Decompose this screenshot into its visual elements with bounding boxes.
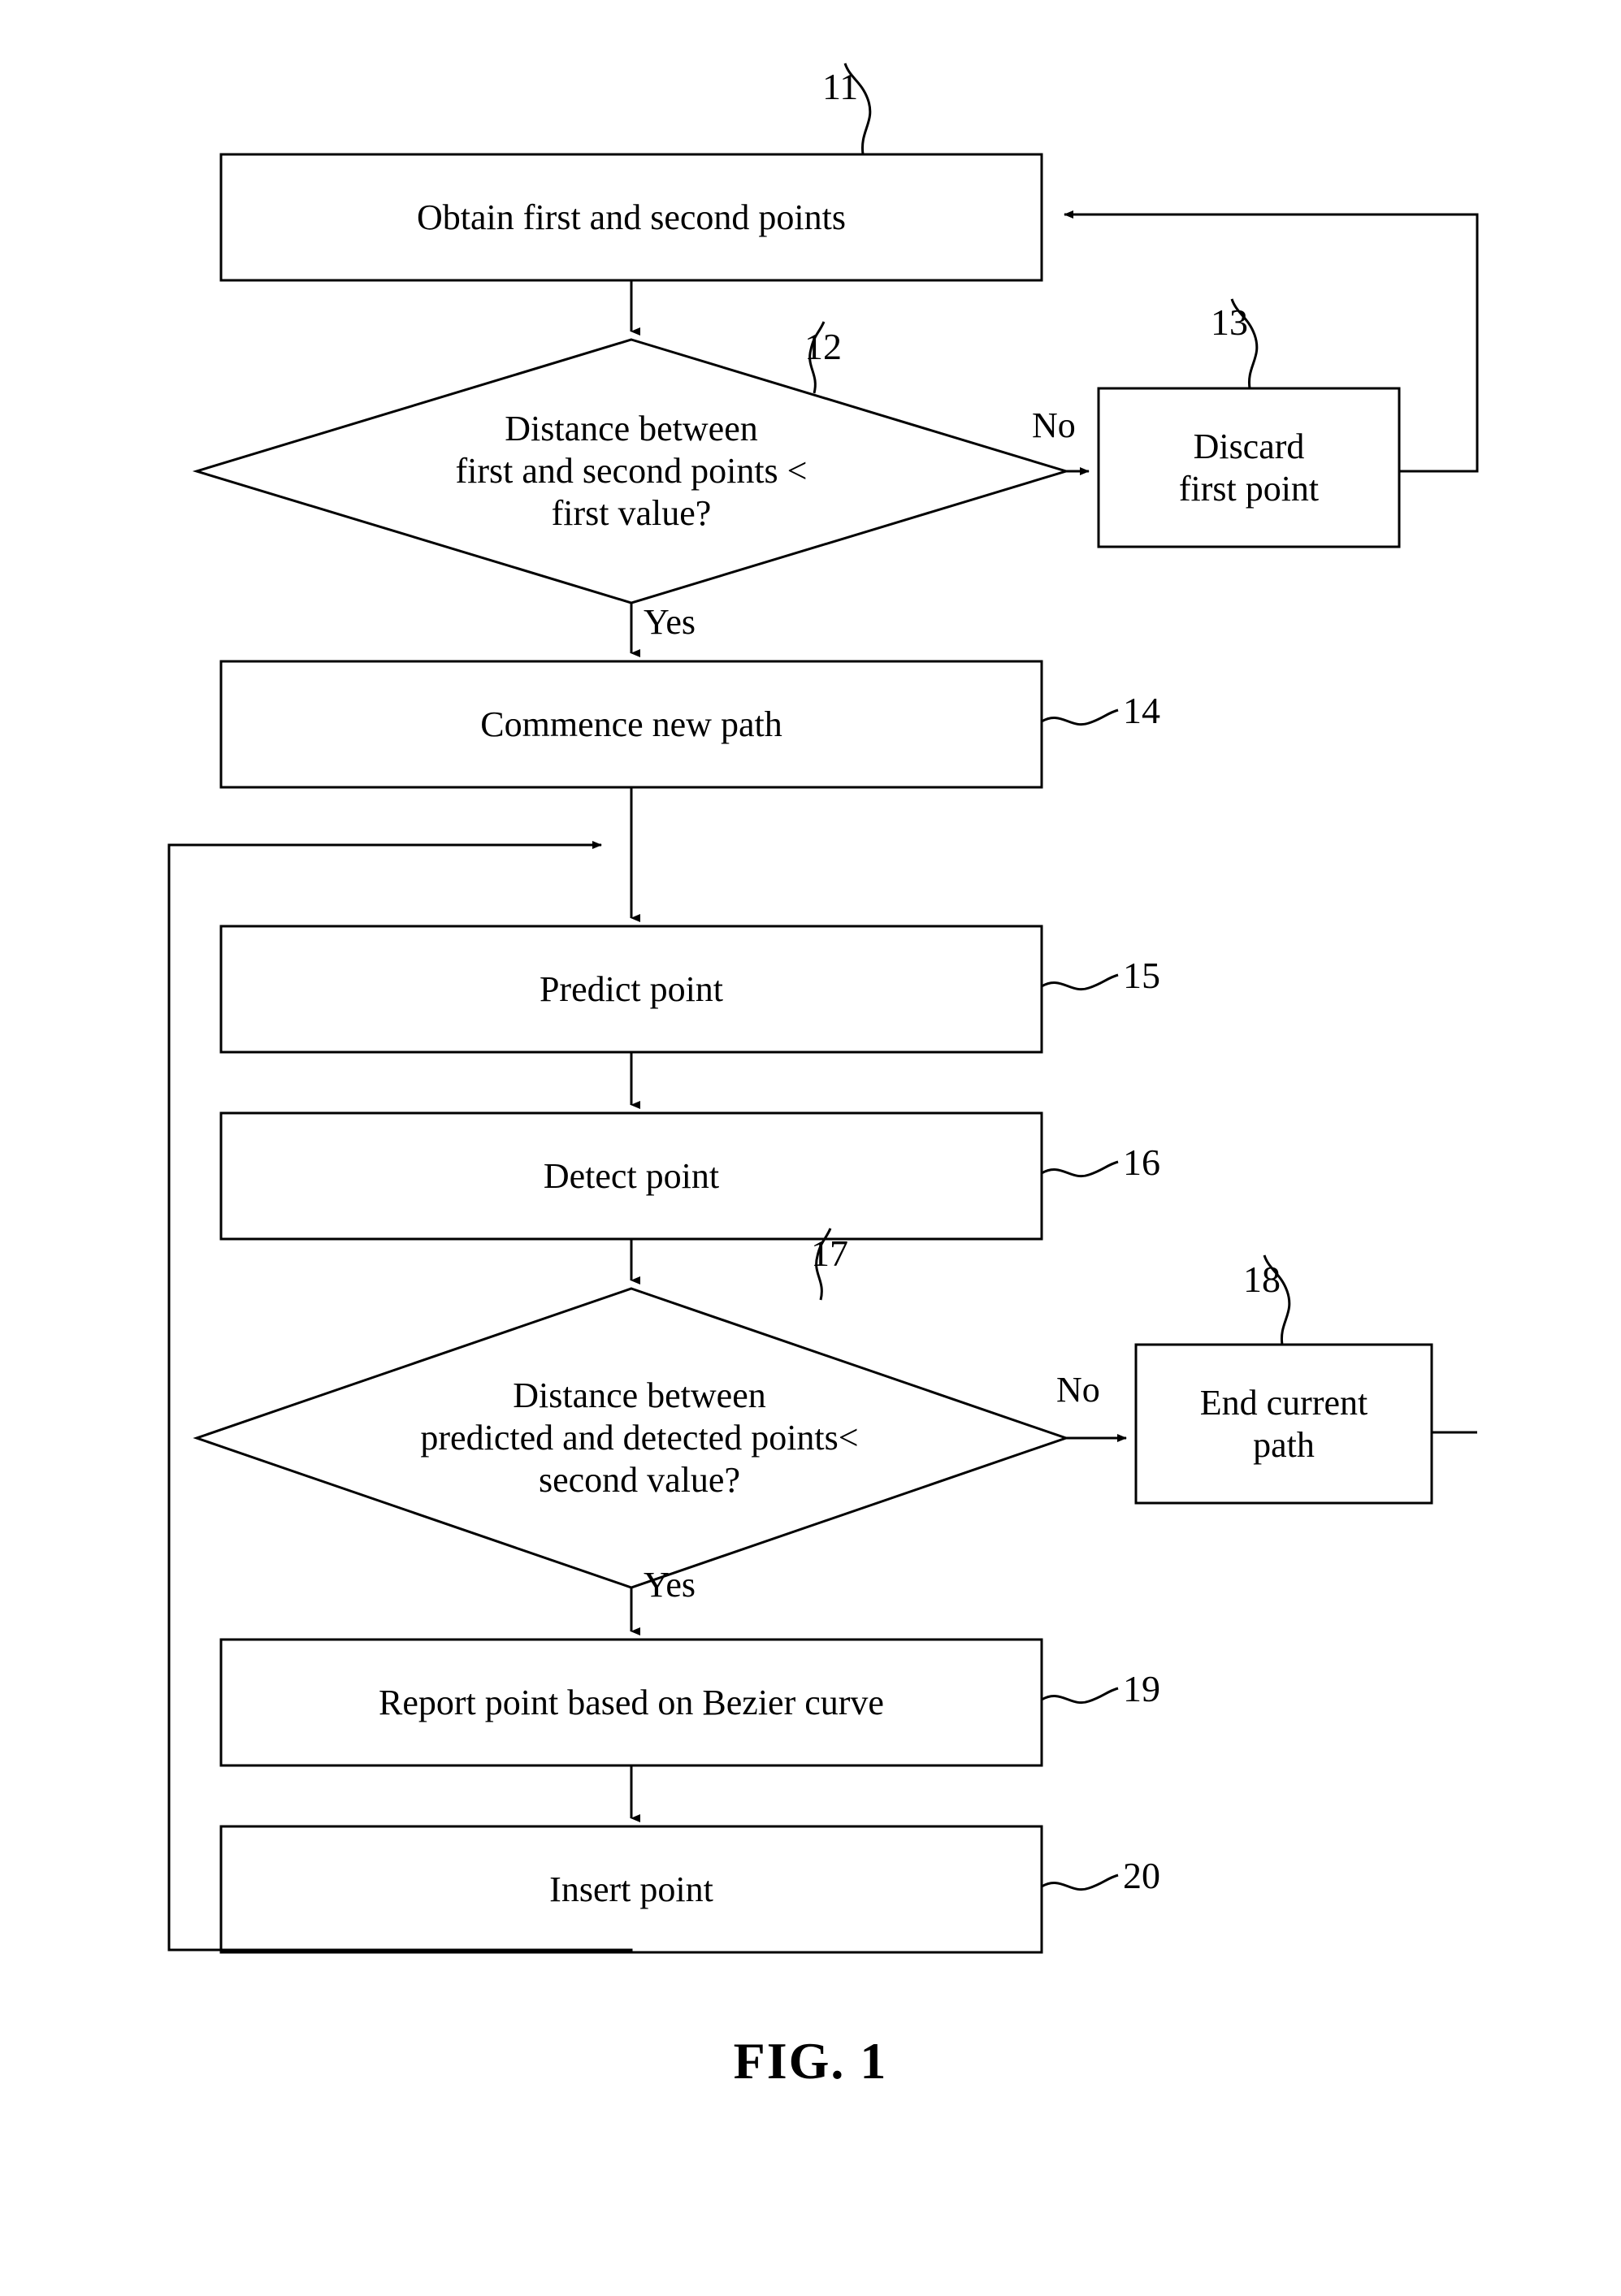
node-shape-19 (219, 1638, 1043, 1767)
leader-15 (1041, 973, 1119, 991)
ref-numeral-19: 19 (1123, 1668, 1160, 1709)
node-shape-17 (193, 1287, 1070, 1589)
ref-numeral-20: 20 (1123, 1855, 1160, 1896)
ref-numeral-12: 12 (804, 326, 842, 367)
ref-numeral-11: 11 (822, 66, 859, 107)
edge-label-12-no: No (1032, 405, 1076, 445)
ref-numeral-15: 15 (1123, 955, 1160, 996)
ref-numeral-17: 17 (811, 1232, 848, 1274)
node-shape-15 (219, 925, 1043, 1054)
leader-14 (1041, 708, 1119, 726)
ref-numeral-14: 14 (1123, 690, 1160, 731)
node-shape-13 (1097, 387, 1401, 548)
ref-numeral-16: 16 (1123, 1142, 1160, 1183)
edge-label-17-no: No (1056, 1370, 1100, 1410)
edge-label-17-yes: Yes (644, 1565, 696, 1605)
node-shape-12 (192, 338, 1071, 604)
ref-numeral-18: 18 (1243, 1258, 1281, 1300)
edge-20-loop-to-15 (167, 841, 633, 1952)
node-shape-14 (219, 660, 1043, 789)
node-shape-18 (1134, 1343, 1433, 1505)
leader-16 (1041, 1160, 1119, 1178)
edge-13-return-to-11 (1064, 210, 1479, 473)
figure-caption: FIG. 1 (733, 2032, 888, 2090)
node-shape-11 (219, 153, 1043, 282)
patent-figure: Obtain first and second points Distance … (0, 0, 1621, 2296)
node-shape-20 (219, 1825, 1043, 1954)
leader-19 (1041, 1687, 1119, 1705)
leader-20 (1041, 1874, 1119, 1891)
ref-numeral-13: 13 (1211, 301, 1248, 343)
node-shape-16 (219, 1111, 1043, 1241)
edge-label-12-yes: Yes (644, 602, 696, 642)
